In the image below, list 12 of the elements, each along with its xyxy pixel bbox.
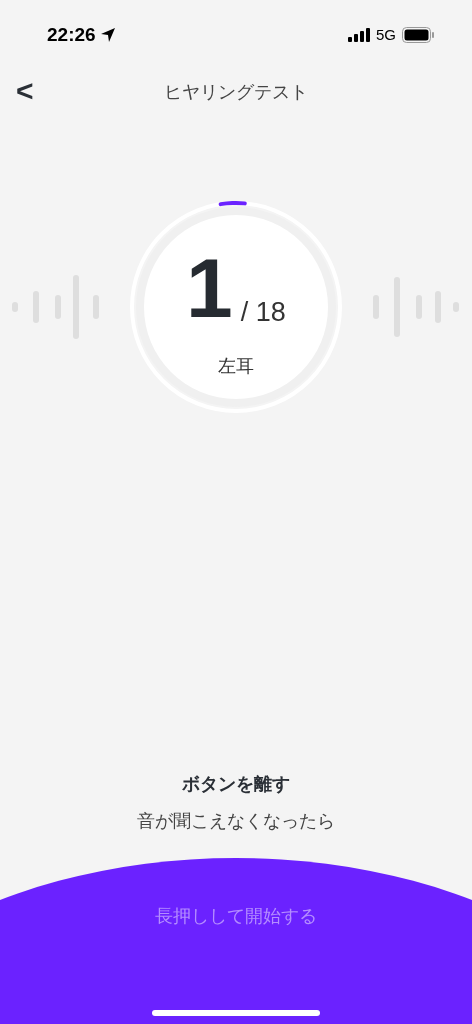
location-arrow-icon [99,27,116,43]
back-button[interactable]: < [16,76,34,106]
signal-icon [348,28,370,42]
instruction-title: ボタンを離す [182,772,290,796]
network-label: 5G [376,24,396,45]
page-title: ヒヤリングテスト [164,79,308,104]
instruction-subtitle: 音が聞こえなくなったら [137,809,335,833]
status-time: 22:26 [47,22,96,47]
current-count: 1 [186,246,233,330]
battery-icon [402,27,434,43]
total-count: / 18 [240,299,286,326]
ear-label: 左耳 [218,354,254,378]
